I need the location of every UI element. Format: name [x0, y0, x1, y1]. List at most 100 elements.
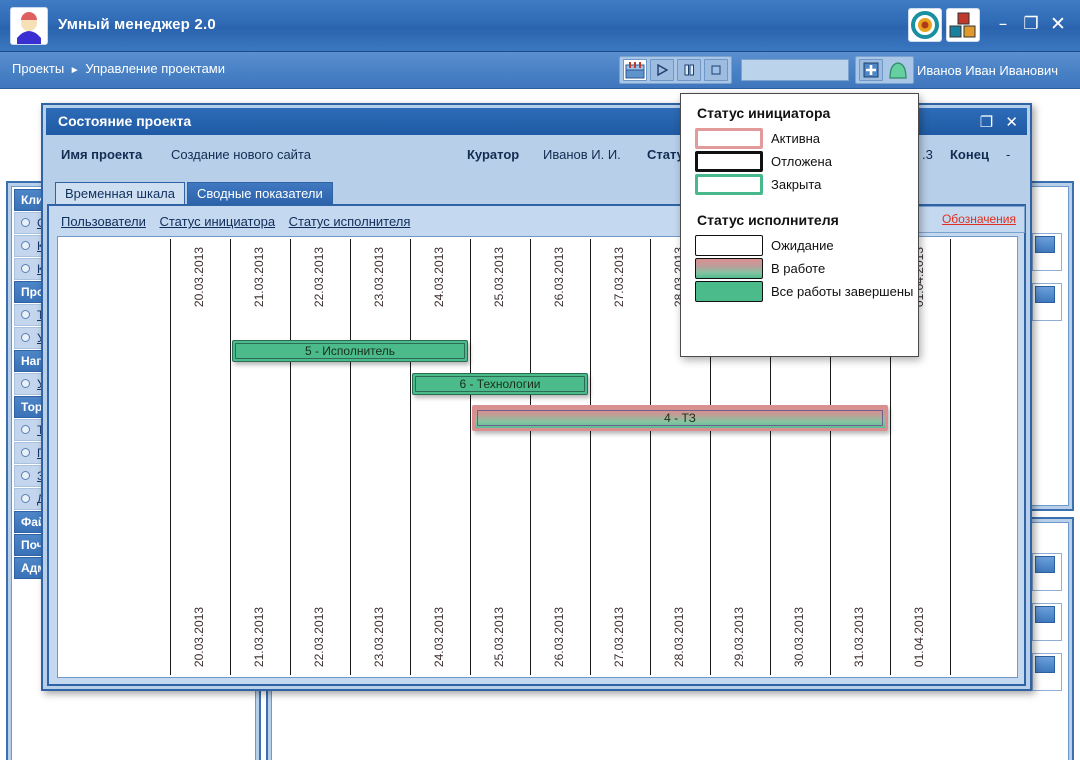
date-label-top-2: 22.03.2013: [312, 247, 326, 308]
tab-summary[interactable]: Сводные показатели: [187, 182, 333, 204]
minimize-button[interactable]: –: [992, 13, 1014, 35]
subtab-users[interactable]: Пользователи: [61, 214, 146, 229]
playback-toolbar: [619, 56, 732, 84]
legend-item: Отложена: [681, 150, 918, 173]
pencil-icon: [1035, 606, 1055, 623]
subtab-initiator-status[interactable]: Статус инициатора: [159, 214, 275, 229]
close-button[interactable]: ✕: [1047, 13, 1069, 35]
meta-value-start: .3: [922, 147, 933, 162]
legend-item: Активна: [681, 127, 918, 150]
gridline-8: [650, 239, 651, 675]
swatch-done-icon: [695, 281, 763, 302]
dialog-window-buttons: ❐ ✕: [978, 113, 1022, 131]
pause-icon[interactable]: [677, 59, 701, 81]
application-window: Умный менеджер 2.0 – ❐ ✕ Проекты ► Управ…: [0, 0, 1080, 760]
gridline-13: [950, 239, 951, 675]
date-label-bottom-0: 20.03.2013: [192, 606, 206, 667]
row-edit-button[interactable]: [1032, 233, 1062, 271]
user-avatar-icon: [10, 7, 48, 45]
blocks-icon[interactable]: [946, 8, 980, 42]
pencil-icon: [1035, 656, 1055, 673]
gantt-bar-0[interactable]: 5 - Исполнитель: [232, 340, 468, 362]
radio-icon: [21, 218, 30, 227]
legend-popup: Статус инициатора Активна Отложена Закры…: [680, 93, 919, 357]
date-label-top-0: 20.03.2013: [192, 247, 206, 308]
row-edit-button[interactable]: [1032, 553, 1062, 591]
bell-icon[interactable]: [886, 59, 910, 81]
user-name[interactable]: Иванов Иван Иванович: [917, 63, 1058, 78]
meta-value-project: Создание нового сайта: [171, 147, 311, 162]
add-icon[interactable]: [859, 59, 883, 81]
legend-label-active: Активна: [771, 131, 821, 146]
radio-icon: [21, 471, 30, 480]
gridline-5: [470, 239, 471, 675]
date-label-bottom-2: 22.03.2013: [312, 606, 326, 667]
breadcrumb: Проекты ► Управление проектами: [12, 61, 225, 76]
legend-item: Все работы завершены: [681, 280, 918, 303]
search-input[interactable]: [741, 59, 849, 81]
radio-icon: [21, 425, 30, 434]
legend-ribbon-label[interactable]: Обозначения: [942, 212, 1016, 226]
meta-value-curator: Иванов И. И.: [543, 147, 621, 162]
dialog-close-button[interactable]: ✕: [1003, 113, 1022, 131]
radio-icon: [21, 333, 30, 342]
legend-label-waiting: Ожидание: [771, 238, 834, 253]
gantt-bar-1[interactable]: 6 - Технологии: [412, 373, 588, 395]
legend-label-postponed: Отложена: [771, 154, 832, 169]
legend-label-done: Все работы завершены: [771, 284, 914, 299]
swatch-closed-icon: [695, 174, 763, 195]
meta-label-end: Конец: [950, 147, 989, 162]
dialog-restore-button[interactable]: ❐: [978, 113, 997, 131]
breadcrumb-bar: Проекты ► Управление проектами Иванов Ив…: [0, 52, 1080, 89]
gridline-6: [530, 239, 531, 675]
tab-timeline[interactable]: Временная шкала: [55, 182, 185, 204]
legend-ribbon[interactable]: Обозначения: [888, 206, 1025, 235]
date-label-bottom-9: 29.03.2013: [732, 606, 746, 667]
breadcrumb-root[interactable]: Проекты: [12, 61, 64, 76]
gantt-bar-label: 5 - Исполнитель: [304, 344, 396, 358]
maximize-button[interactable]: ❐: [1020, 13, 1042, 35]
swatch-inwork-icon: [695, 258, 763, 279]
swatch-waiting-icon: [695, 235, 763, 256]
swatch-active-icon: [695, 128, 763, 149]
play-icon[interactable]: [650, 59, 674, 81]
date-label-top-1: 21.03.2013: [252, 247, 266, 308]
radio-icon: [21, 241, 30, 250]
gantt-bar-label: 4 - ТЗ: [664, 411, 696, 425]
calendar-icon[interactable]: [623, 59, 647, 81]
gridline-3: [350, 239, 351, 675]
target-icon[interactable]: [908, 8, 942, 42]
radio-icon: [21, 310, 30, 319]
date-label-top-6: 26.03.2013: [552, 247, 566, 308]
swatch-postponed-icon: [695, 151, 763, 172]
meta-label-curator: Куратор: [467, 147, 520, 162]
pencil-icon: [1035, 286, 1055, 303]
row-edit-button[interactable]: [1032, 603, 1062, 641]
date-label-bottom-1: 21.03.2013: [252, 606, 266, 667]
legend-label-closed: Закрыта: [771, 177, 822, 192]
row-edit-button[interactable]: [1032, 653, 1062, 691]
gridline-4: [410, 239, 411, 675]
pencil-icon: [1035, 236, 1055, 253]
stop-icon[interactable]: [704, 59, 728, 81]
pencil-icon: [1035, 556, 1055, 573]
legend-item: В работе: [681, 257, 918, 280]
row-edit-button[interactable]: [1032, 283, 1062, 321]
gantt-bar-label: 6 - Технологии: [459, 377, 541, 391]
gantt-bar-2[interactable]: 4 - ТЗ: [472, 405, 888, 431]
date-label-bottom-3: 23.03.2013: [372, 606, 386, 667]
meta-value-end: -: [1006, 147, 1011, 162]
date-label-top-7: 27.03.2013: [612, 247, 626, 308]
date-label-bottom-11: 31.03.2013: [852, 606, 866, 667]
legend-item: Ожидание: [681, 234, 918, 257]
gridline-1: [230, 239, 231, 675]
date-label-bottom-8: 28.03.2013: [672, 606, 686, 667]
app-title: Умный менеджер 2.0: [58, 16, 216, 33]
gridline-7: [590, 239, 591, 675]
subtab-executor-status[interactable]: Статус исполнителя: [289, 214, 411, 229]
radio-icon: [21, 379, 30, 388]
date-label-bottom-5: 25.03.2013: [492, 606, 506, 667]
radio-icon: [21, 448, 30, 457]
breadcrumb-separator-icon: ►: [69, 65, 80, 76]
date-label-bottom-4: 24.03.2013: [432, 606, 446, 667]
